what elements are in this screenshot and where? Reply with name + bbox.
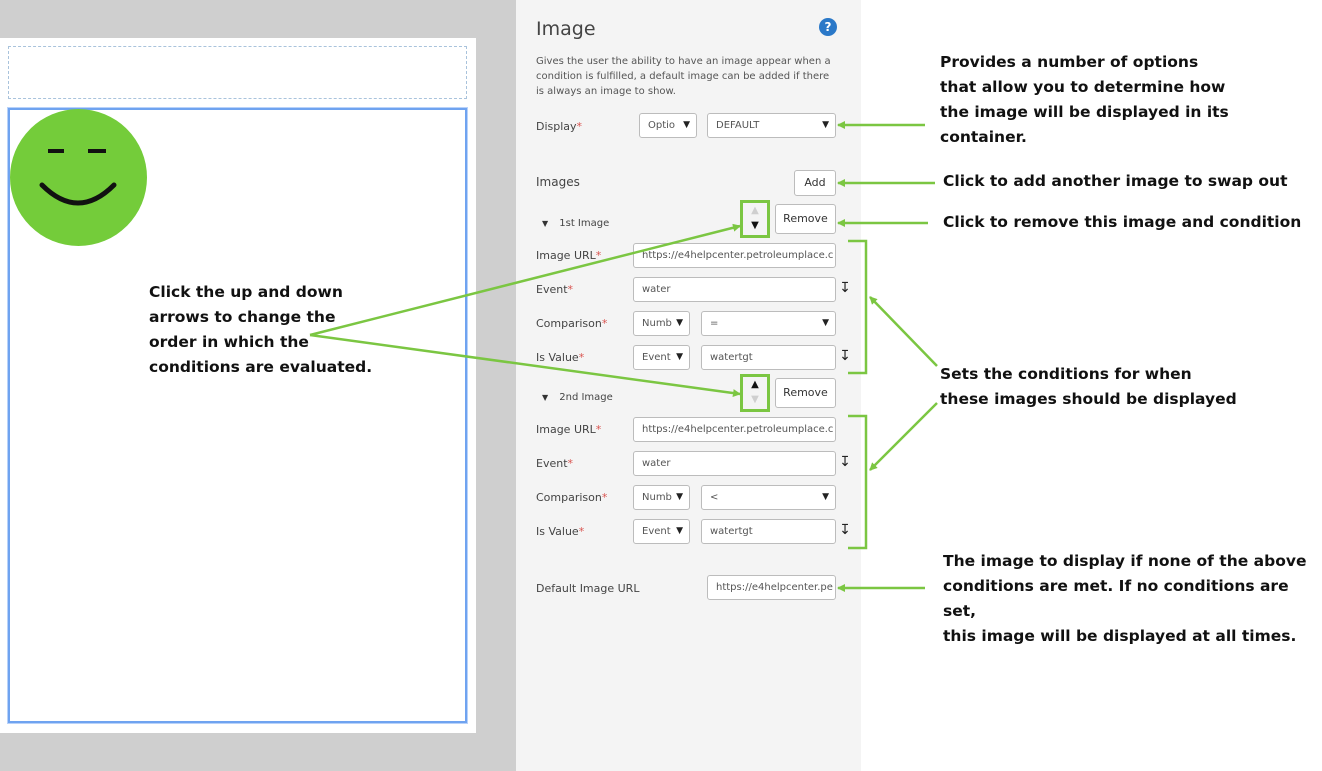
caret-down-icon: ▼ bbox=[542, 219, 549, 228]
image-2-event-input[interactable]: water bbox=[633, 451, 836, 476]
image-1-comparison-type-select[interactable]: Numb bbox=[633, 311, 690, 336]
display-label: Display* bbox=[536, 120, 583, 133]
image-2-title: 2nd Image bbox=[559, 392, 613, 403]
move-down-icon[interactable]: ▼ bbox=[743, 394, 767, 406]
conditions-note: Sets the conditions for when these image… bbox=[940, 365, 1237, 408]
image-1-remove-button[interactable]: Remove bbox=[775, 204, 836, 234]
panel-title: Image bbox=[536, 18, 596, 40]
caret-down-icon: ▼ bbox=[542, 393, 549, 402]
add-note: Click to add another image to swap out bbox=[943, 172, 1288, 190]
empty-drop-zone[interactable] bbox=[8, 46, 467, 99]
conditions-callout-arrow-1 bbox=[869, 296, 938, 367]
image-1-header[interactable]: ▼ 1st Image bbox=[542, 211, 609, 230]
default-image-note: The image to display if none of the abov… bbox=[943, 552, 1307, 645]
event-picker-icon[interactable]: ↧ bbox=[838, 521, 852, 539]
image-2-header[interactable]: ▼ 2nd Image bbox=[542, 385, 613, 404]
conditions-callout-arrow-2 bbox=[869, 402, 938, 471]
default-image-url-label: Default Image URL bbox=[536, 582, 640, 595]
image-properties-panel: Image ? Gives the user the ability to ha… bbox=[516, 0, 861, 771]
image-1-event-label: Event* bbox=[536, 283, 574, 296]
image-1-isvalue-label: Is Value* bbox=[536, 351, 585, 364]
images-section-label: Images bbox=[536, 175, 580, 189]
image-2-url-label: Image URL* bbox=[536, 423, 602, 436]
image-2-order-arrows: ▲ ▼ bbox=[740, 374, 770, 412]
image-1-comparison-label: Comparison* bbox=[536, 317, 608, 330]
image-1-event-input[interactable]: water bbox=[633, 277, 836, 302]
move-up-icon[interactable]: ▲ bbox=[743, 379, 767, 391]
image-2-comparison-operator-select[interactable]: < bbox=[701, 485, 836, 510]
image-2-isvalue-type-select[interactable]: Event bbox=[633, 519, 690, 544]
image-2-comparison-type-select[interactable]: Numb bbox=[633, 485, 690, 510]
order-note: Click the up and down arrows to change t… bbox=[149, 283, 373, 376]
event-picker-icon[interactable]: ↧ bbox=[838, 279, 852, 297]
panel-description: Gives the user the ability to have an im… bbox=[536, 56, 831, 97]
question-circle-icon[interactable]: ? bbox=[819, 18, 837, 36]
event-picker-icon[interactable]: ↧ bbox=[838, 453, 852, 471]
event-picker-icon[interactable]: ↧ bbox=[838, 347, 852, 365]
display-options-note: Provides a number of options that allow … bbox=[940, 53, 1229, 146]
image-1-title: 1st Image bbox=[559, 218, 610, 229]
image-2-comparison-label: Comparison* bbox=[536, 491, 608, 504]
image-1-order-arrows: ▲ ▼ bbox=[740, 200, 770, 238]
image-1-url-label: Image URL* bbox=[536, 249, 602, 262]
image-2-isvalue-label: Is Value* bbox=[536, 525, 585, 538]
image-2-event-label: Event* bbox=[536, 457, 574, 470]
move-up-icon[interactable]: ▲ bbox=[743, 205, 767, 217]
image-1-comparison-operator-select[interactable]: = bbox=[701, 311, 836, 336]
add-image-button[interactable]: Add bbox=[794, 170, 836, 196]
image-1-url-input[interactable]: https://e4helpcenter.petroleumplace.c bbox=[633, 243, 836, 268]
display-type-select[interactable]: Optio bbox=[639, 113, 697, 138]
image-1-isvalue-input[interactable]: watertgt bbox=[701, 345, 836, 370]
image-2-remove-button[interactable]: Remove bbox=[775, 378, 836, 408]
smiley-face-icon bbox=[39, 149, 117, 206]
move-down-icon[interactable]: ▼ bbox=[743, 220, 767, 232]
display-mode-select[interactable]: DEFAULT bbox=[707, 113, 836, 138]
image-1-isvalue-type-select[interactable]: Event bbox=[633, 345, 690, 370]
default-image-url-input[interactable]: https://e4helpcenter.pe bbox=[707, 575, 836, 600]
image-2-isvalue-input[interactable]: watertgt bbox=[701, 519, 836, 544]
smiley-face-image bbox=[10, 109, 147, 246]
image-2-url-input[interactable]: https://e4helpcenter.petroleumplace.c bbox=[633, 417, 836, 442]
remove-note: Click to remove this image and condition bbox=[943, 213, 1302, 231]
